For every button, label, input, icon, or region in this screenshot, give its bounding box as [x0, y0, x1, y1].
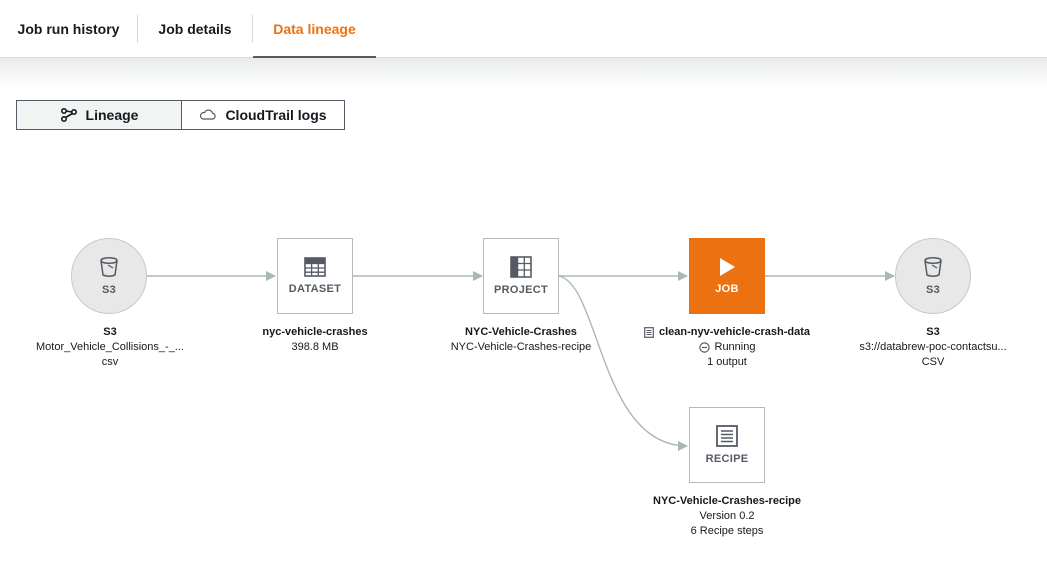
job-caption: clean-nyv-vehicle-crash-data Running 1 o… [617, 325, 837, 370]
recipe-caption: NYC-Vehicle-Crashes-recipe Version 0.2 6… [627, 494, 827, 539]
dataset-name[interactable]: nyc-vehicle-crashes [235, 325, 395, 340]
recipe-name[interactable]: NYC-Vehicle-Crashes-recipe [627, 494, 827, 509]
node-type-label: S3 [925, 284, 941, 296]
dataset-caption: nyc-vehicle-crashes 398.8 MB [235, 325, 395, 355]
document-icon [644, 327, 654, 338]
job-name[interactable]: clean-nyv-vehicle-crash-data [659, 325, 810, 340]
source-s3-node[interactable]: S3 [71, 238, 147, 314]
target-s3-format: CSV [921, 356, 945, 368]
target-s3-caption: S3 s3://databrew-poc-contactsu... CSV [838, 325, 1028, 370]
grid-icon [510, 256, 532, 278]
bucket-icon [924, 256, 942, 277]
recipe-node[interactable]: RECIPE [689, 407, 765, 483]
node-type-label: S3 [101, 284, 117, 296]
node-type-label: DATASET [288, 283, 342, 295]
recipe-version: Version 0.2 [699, 510, 755, 522]
target-s3-title: S3 [926, 326, 940, 338]
project-node[interactable]: PROJECT [483, 238, 559, 314]
job-node[interactable]: JOB [689, 238, 765, 314]
play-icon [720, 258, 735, 276]
node-type-label: PROJECT [493, 284, 549, 296]
source-s3-format: csv [101, 356, 119, 368]
dataset-node[interactable]: DATASET [277, 238, 353, 314]
recipe-steps: 6 Recipe steps [690, 525, 764, 537]
node-type-label: RECIPE [705, 453, 749, 465]
source-s3-caption: S3 Motor_Vehicle_Collisions_-_... csv [20, 325, 200, 370]
node-type-label: JOB [715, 283, 739, 295]
target-s3-node[interactable]: S3 [895, 238, 971, 314]
project-caption: NYC-Vehicle-Crashes NYC-Vehicle-Crashes-… [431, 325, 611, 355]
bucket-icon [100, 256, 118, 277]
project-name[interactable]: NYC-Vehicle-Crashes [431, 325, 611, 340]
job-outputs: 1 output [707, 356, 747, 368]
document-icon [716, 425, 738, 447]
source-s3-title: S3 [103, 326, 117, 338]
project-recipe: NYC-Vehicle-Crashes-recipe [450, 341, 592, 353]
target-s3-path: s3://databrew-poc-contactsu... [859, 341, 1007, 353]
running-icon [698, 342, 710, 353]
job-status: Running [714, 341, 756, 353]
source-s3-path: Motor_Vehicle_Collisions_-_... [36, 341, 184, 353]
grid-icon [304, 257, 326, 277]
dataset-size: 398.8 MB [291, 341, 339, 353]
